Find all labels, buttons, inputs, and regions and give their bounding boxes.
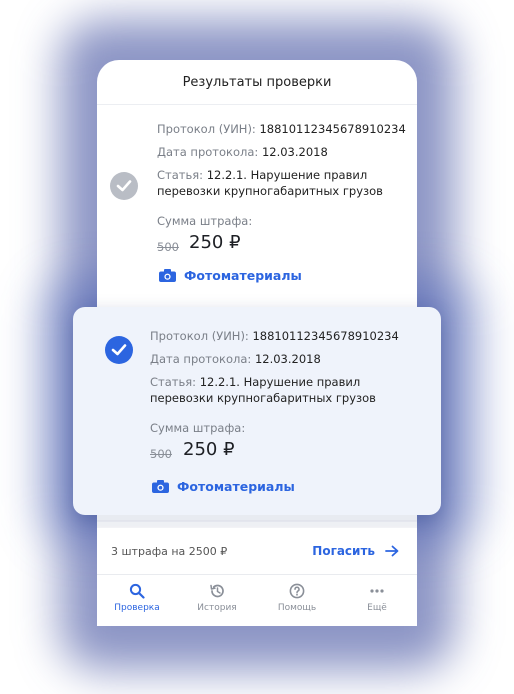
tab-label: Ещё [367, 603, 387, 613]
tab-help[interactable]: Помощь [257, 575, 337, 626]
date-row: Дата протокола: 12.03.2018 [150, 352, 321, 366]
protocol-label: Протокол (УИН): [150, 329, 249, 343]
protocol-value: 18810112345678910234 [259, 122, 406, 136]
protocol-row: Протокол (УИН): 18810112345678910234 [150, 329, 399, 343]
date-row: Дата протокола: 12.03.2018 [157, 145, 328, 159]
tab-label: Помощь [277, 603, 317, 613]
article-label: Статья: [150, 375, 197, 389]
camera-icon [159, 269, 176, 282]
fines-summary: 3 штрафа на 2500 ₽ [111, 544, 228, 558]
article-line2: перевозки крупногабаритных грузов [150, 391, 376, 405]
stacked-card-edge [97, 515, 417, 520]
pay-button[interactable]: Погасить [312, 544, 399, 558]
page-title: Результаты проверки [97, 60, 417, 105]
tab-history[interactable]: История [177, 575, 257, 626]
tab-label: История [197, 603, 237, 613]
search-icon [129, 583, 145, 599]
help-icon [289, 583, 305, 599]
check-circle-selected-icon[interactable] [105, 336, 133, 364]
fine-card-selected[interactable]: Протокол (УИН): 18810112345678910234 Дат… [73, 307, 441, 515]
photos-label: Фотоматериалы [177, 479, 295, 494]
article-row: Статья: 12.2.1. Нарушение правил [150, 375, 360, 389]
tab-label: Проверка [114, 603, 160, 613]
old-amount: 500 [150, 447, 172, 461]
more-icon [370, 589, 384, 593]
date-label: Дата протокола: [150, 352, 252, 366]
photos-link[interactable]: Фотоматериалы [159, 268, 302, 283]
article-row: Статья: 12.2.1. Нарушение правил [157, 168, 367, 182]
date-value: 12.03.2018 [254, 352, 321, 366]
camera-icon [152, 480, 169, 493]
protocol-row: Протокол (УИН): 18810112345678910234 [157, 122, 406, 136]
article-line1: 12.2.1. Нарушение правил [206, 168, 368, 182]
protocol-value: 18810112345678910234 [252, 329, 399, 343]
arrow-right-icon [385, 545, 399, 557]
stacked-card-edge [97, 522, 417, 526]
check-circle-icon[interactable] [110, 172, 138, 200]
date-value: 12.03.2018 [261, 145, 328, 159]
fine-amount: 250 ₽ [183, 439, 235, 460]
photos-label: Фотоматериалы [184, 268, 302, 283]
bottom-tab-bar: Проверка История Помощь Ещё [97, 575, 417, 626]
date-label: Дата протокола: [157, 145, 259, 159]
article-label: Статья: [157, 168, 204, 182]
article-line1: 12.2.1. Нарушение правил [199, 375, 361, 389]
article-line2: перевозки крупногабаритных грузов [157, 184, 383, 198]
tab-more[interactable]: Ещё [337, 575, 417, 626]
pay-label: Погасить [312, 544, 375, 558]
fine-amount: 250 ₽ [189, 232, 241, 253]
fine-label: Сумма штрафа: [157, 214, 253, 228]
fine-label: Сумма штрафа: [150, 421, 246, 435]
tab-check[interactable]: Проверка [97, 575, 177, 626]
protocol-label: Протокол (УИН): [157, 122, 256, 136]
photos-link[interactable]: Фотоматериалы [152, 479, 295, 494]
old-amount: 500 [157, 240, 179, 254]
pay-bar: 3 штрафа на 2500 ₽ Погасить [97, 528, 417, 575]
history-icon [210, 584, 224, 598]
